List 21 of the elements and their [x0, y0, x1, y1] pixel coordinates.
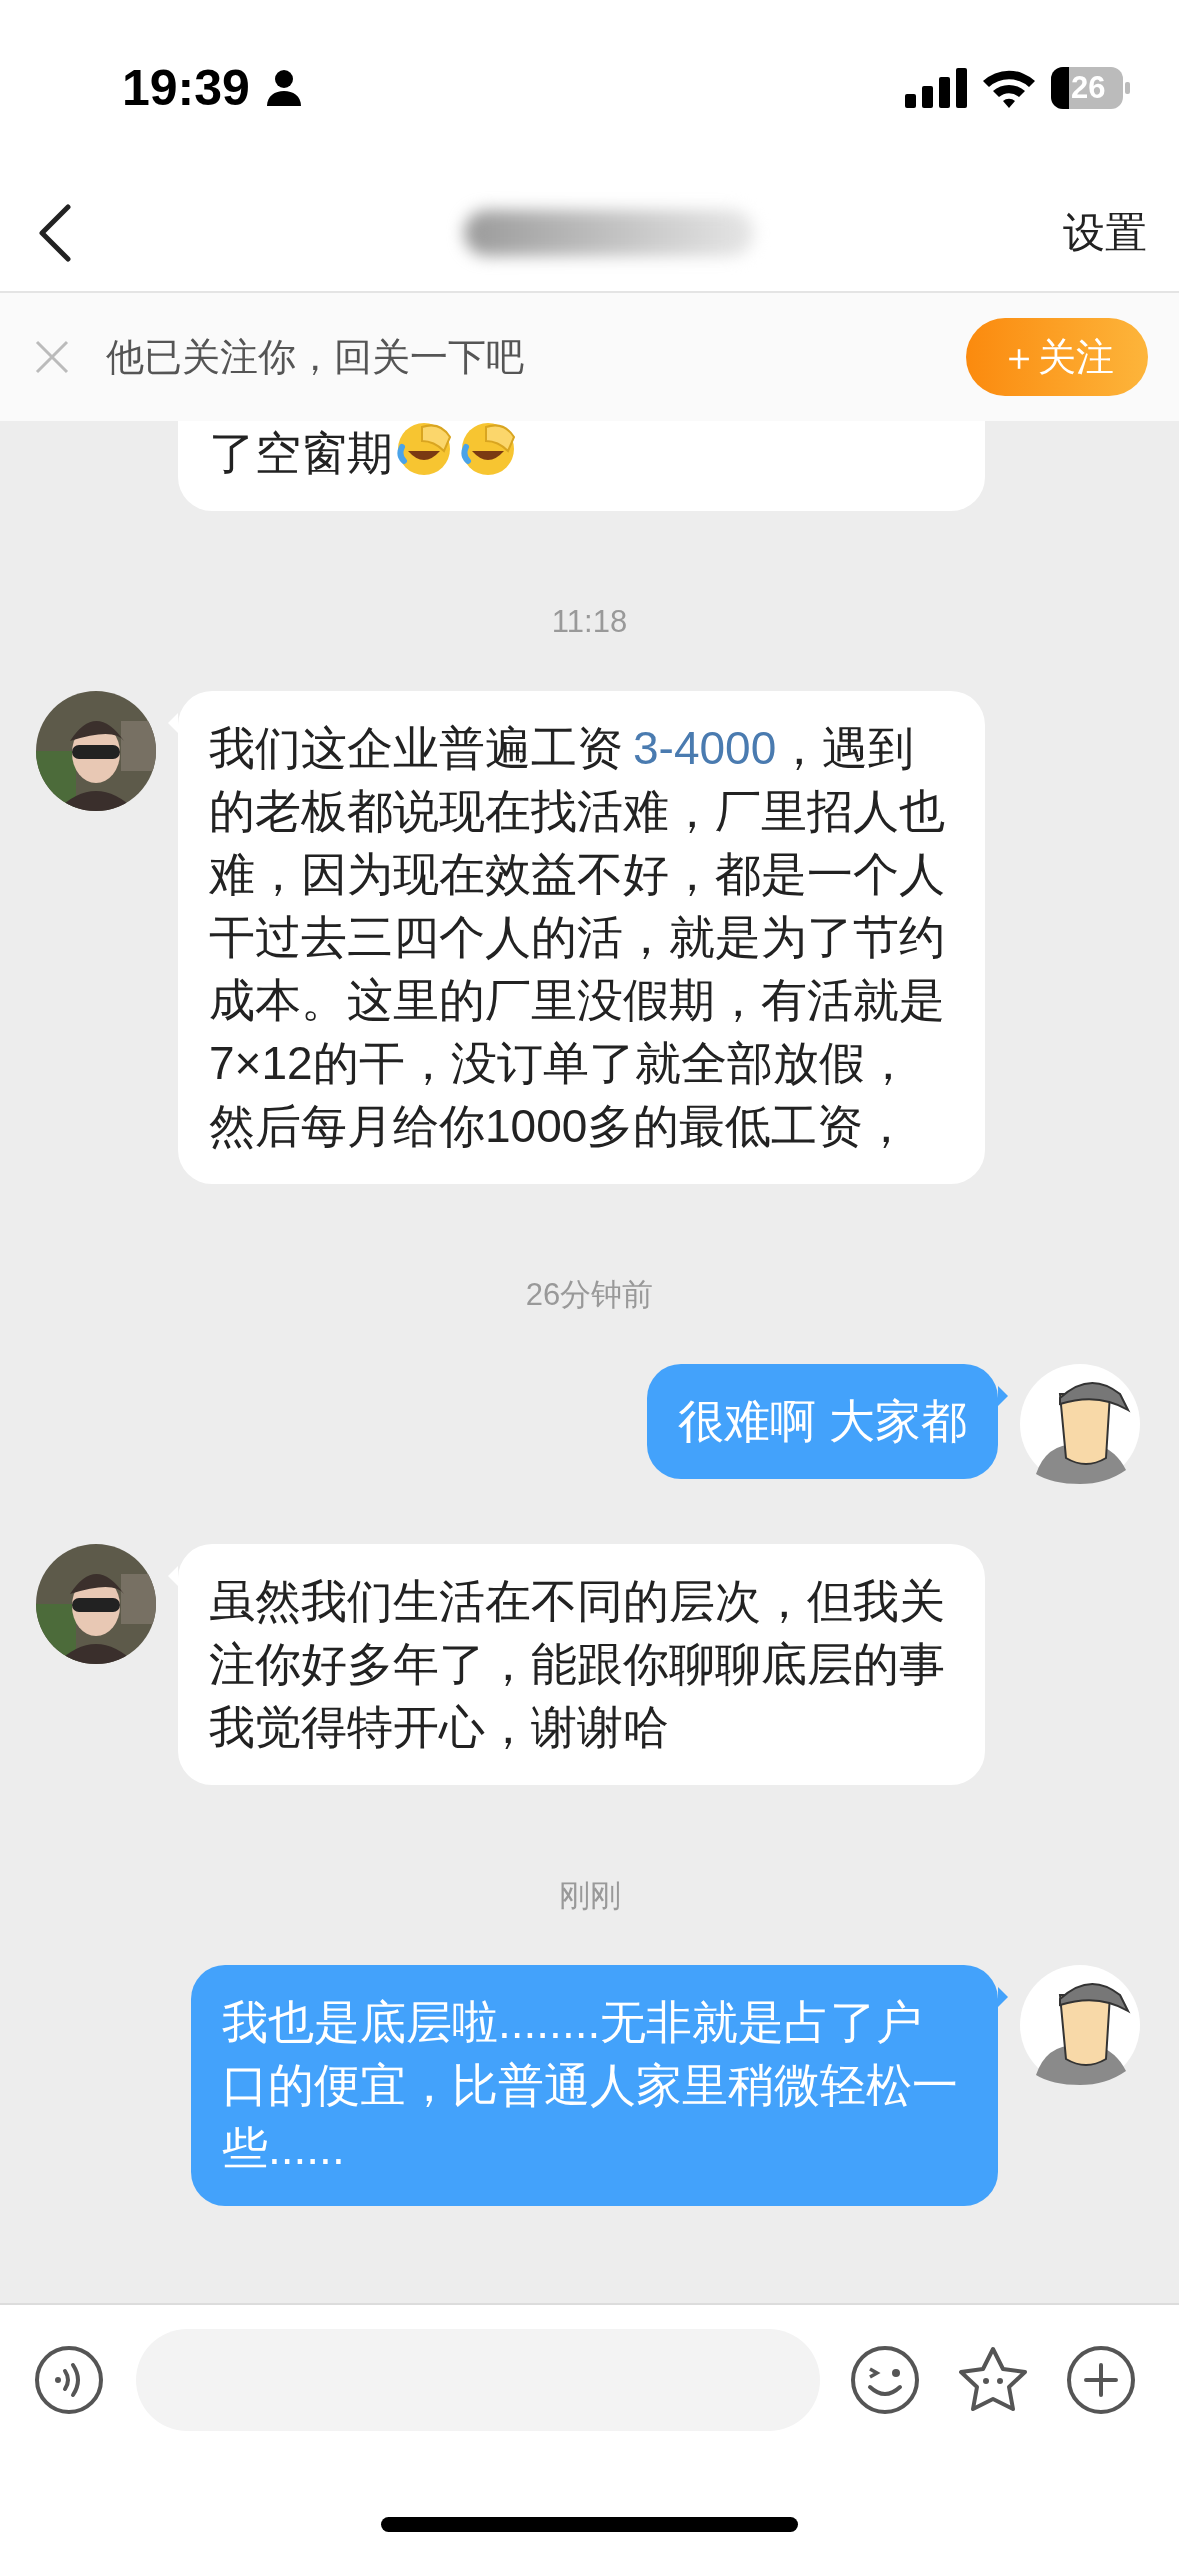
plus-icon[interactable]	[1066, 2345, 1136, 2415]
bubble-tail	[998, 1386, 1008, 1406]
settings-button[interactable]: 设置	[1063, 205, 1147, 261]
message-bubble: 虽然我们生活在不同的层次，但我关注你好多年了，能跟你聊聊底层的事我觉得特开心，谢谢哈	[178, 1544, 985, 1785]
timestamp: 26分钟前	[525, 1276, 654, 1314]
timestamp: 刚刚	[558, 1877, 621, 1915]
follow-prompt: 他已关注你，回关一下吧	[106, 334, 525, 380]
battery-icon	[1051, 66, 1131, 109]
laughing-face-icon	[396, 421, 454, 477]
message-bubble: 我们这企业普遍工资 3-4000，遇到的老板都说现在找活难，厂里招人也难，因为现在效益不好，都是一个人干过去三四个人的活，就是为了节约成本。这里的厂里没假期，有活就是7×12的干，没订单了就全部放假，然后每月给你1000多的最低工资，	[178, 691, 985, 1184]
laughing-face-icon	[460, 421, 518, 477]
timestamp: 11:18	[551, 603, 628, 641]
link[interactable]: 3-4000	[633, 722, 777, 774]
bubble-tail	[998, 1987, 1008, 2007]
emoji-icon[interactable]	[850, 2345, 920, 2415]
voice-icon[interactable]	[34, 2345, 104, 2415]
message-bubble: 很难啊 大家都	[647, 1364, 998, 1479]
clock-time: 19:39	[122, 58, 250, 117]
message-bubble: 我也是底层啦........无非就是占了户口的便宜，比普通人家里稍微轻松一些......	[191, 1965, 998, 2206]
battery-percentage: 26	[1071, 70, 1106, 105]
signal-icon	[905, 67, 967, 108]
